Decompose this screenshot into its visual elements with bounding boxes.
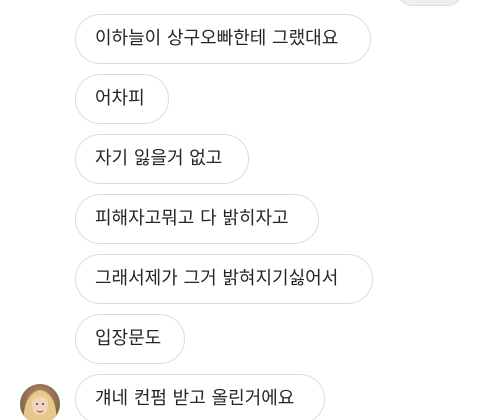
- message-text: 걔네 컨펌 받고 올린거에요: [95, 388, 295, 409]
- previous-message-bubble[interactable]: [397, 0, 463, 6]
- avatar-photo-icon: [20, 384, 60, 420]
- message-bubble[interactable]: 그래서제가 그거 밝혀지기싫어서: [75, 254, 373, 304]
- message-text: 이하늘이 상구오빠한테 그랬대요: [95, 28, 339, 49]
- message-bubble[interactable]: 어차피: [75, 74, 169, 124]
- message-bubble[interactable]: 자기 잃을거 없고: [75, 134, 249, 184]
- message-bubble[interactable]: 입장문도: [75, 314, 185, 364]
- message-text: 그래서제가 그거 밝혀지기싫어서: [95, 268, 339, 289]
- message-bubble[interactable]: 걔네 컨펌 받고 올린거에요: [75, 374, 325, 420]
- sender-avatar[interactable]: [20, 384, 60, 420]
- message-text: 자기 잃을거 없고: [95, 148, 223, 169]
- chat-thread: 이하늘이 상구오빠한테 그랬대요 어차피 자기 잃을거 없고 피해자고뭐고 다 …: [0, 0, 480, 420]
- message-text: 입장문도: [95, 328, 162, 349]
- message-bubble[interactable]: 피해자고뭐고 다 밝히자고: [75, 194, 319, 244]
- message-text: 어차피: [95, 88, 145, 109]
- message-text: 피해자고뭐고 다 밝히자고: [95, 208, 289, 229]
- message-bubble[interactable]: 이하늘이 상구오빠한테 그랬대요: [75, 14, 371, 64]
